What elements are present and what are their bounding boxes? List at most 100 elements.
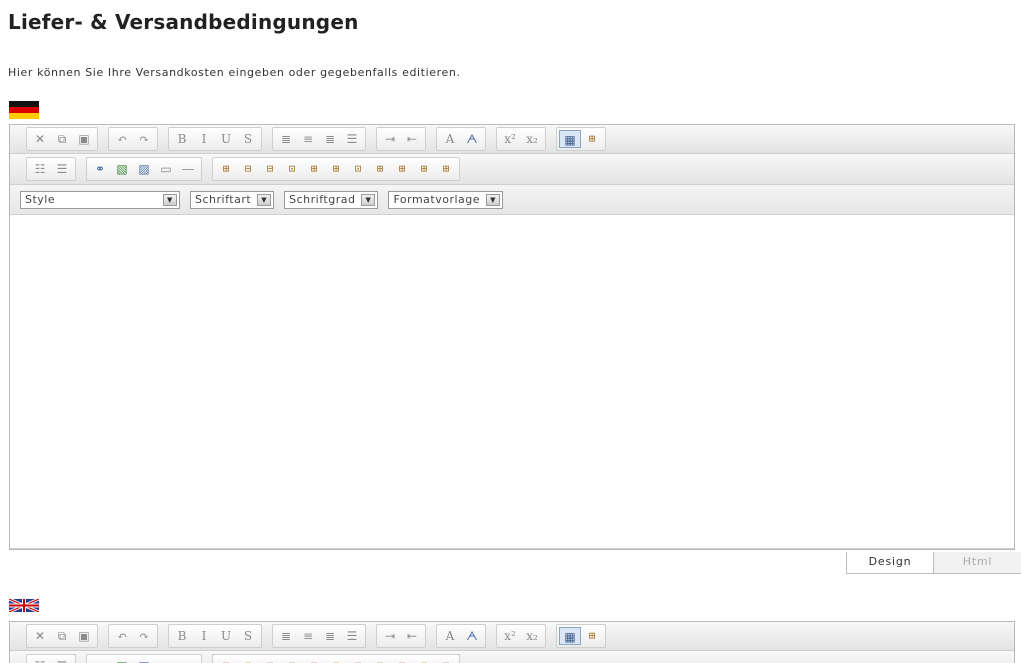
image-icon[interactable]: ▧	[111, 657, 133, 663]
indent-icon[interactable]: ⇥	[379, 627, 401, 645]
table-properties-icon[interactable]: ⊞	[435, 160, 457, 178]
editor-content-area[interactable]	[10, 215, 1014, 549]
undo-icon[interactable]: ↶	[111, 130, 133, 148]
redo-icon[interactable]: ↷	[133, 130, 155, 148]
superscript-icon[interactable]: x²	[499, 130, 521, 148]
image-manager-icon[interactable]: ▨	[133, 160, 155, 178]
design-mode-icon[interactable]: ▦	[559, 130, 581, 148]
outdent-icon[interactable]: ⇤	[401, 627, 423, 645]
toolbar-group: BIUS	[168, 127, 262, 151]
merge-cells-icon[interactable]: ⊞	[369, 657, 391, 663]
image-icon[interactable]: ▧	[111, 160, 133, 178]
link-icon[interactable]: ⚭	[89, 160, 111, 178]
redo-icon[interactable]: ↷	[133, 627, 155, 645]
bold-icon[interactable]: B	[171, 627, 193, 645]
font-color-icon[interactable]: A	[439, 130, 461, 148]
outdent-icon[interactable]: ⇤	[401, 130, 423, 148]
insert-table-icon[interactable]: ⊞	[215, 657, 237, 663]
chevron-down-icon: ▼	[486, 193, 501, 206]
copy-icon[interactable]: ⧉	[51, 627, 73, 645]
superscript-icon[interactable]: x²	[499, 627, 521, 645]
highlight-color-icon[interactable]: ᗅ	[461, 627, 483, 645]
html-mode-tab[interactable]: Html	[934, 552, 1021, 574]
split-cell-icon[interactable]: ⊞	[391, 160, 413, 178]
font-size-dropdown[interactable]: Schriftgrad ▼	[284, 190, 379, 209]
align-center-icon[interactable]: ≡	[297, 627, 319, 645]
design-mode-icon[interactable]: ▦	[559, 627, 581, 645]
align-center-icon[interactable]: ≡	[297, 130, 319, 148]
indent-icon[interactable]: ⇥	[379, 130, 401, 148]
strikethrough-icon[interactable]: S	[237, 627, 259, 645]
toolbar-group: ✕ ⧉ ▣	[26, 624, 98, 648]
align-left-icon[interactable]: ≣	[275, 130, 297, 148]
toolbar-row-1: ✕ ⧉ ▣ ↶ ↷ B I U S ≣ ≡ ≣ ☰ ⇥ ⇤ A ᗅ x² x₂ ▦ ⊞	[10, 125, 1014, 154]
underline-icon[interactable]: U	[215, 130, 237, 148]
subscript-icon[interactable]: x₂	[521, 627, 543, 645]
format-dropdown-label: Formatvorlage	[393, 193, 481, 206]
chevron-down-icon: ▼	[257, 193, 272, 206]
table-border-icon[interactable]: ⊞	[581, 130, 603, 148]
numbered-list-icon[interactable]: ☷	[29, 160, 51, 178]
insert-column-left-icon[interactable]: ⊞	[303, 160, 325, 178]
horizontal-rule-box-icon[interactable]: ▭	[155, 657, 177, 663]
bulleted-list-icon[interactable]: ☰	[51, 657, 73, 663]
delete-row-icon[interactable]: ⊡	[281, 160, 303, 178]
toolbar-group: x² x₂	[496, 624, 546, 648]
paste-icon[interactable]: ▣	[73, 130, 95, 148]
strikethrough-icon[interactable]: S	[237, 130, 259, 148]
toolbar-row-2: ☷☰⚭▧▨▭―⊞⊟⊟⊡⊞⊞⊡⊞⊞⊞⊞	[10, 651, 1014, 663]
italic-icon[interactable]: I	[193, 627, 215, 645]
cell-properties-icon[interactable]: ⊞	[413, 160, 435, 178]
underline-icon[interactable]: U	[215, 627, 237, 645]
insert-column-right-icon[interactable]: ⊞	[325, 160, 347, 178]
delete-row-icon[interactable]: ⊡	[281, 657, 303, 663]
format-dropdown[interactable]: Formatvorlage ▼	[388, 190, 504, 209]
toolbar-group: ✕ ⧉ ▣	[26, 127, 98, 151]
insert-row-below-icon[interactable]: ⊟	[259, 160, 281, 178]
align-right-icon[interactable]: ≣	[319, 130, 341, 148]
toolbar-group: ⚭▧▨▭―	[86, 157, 202, 181]
align-right-icon[interactable]: ≣	[319, 627, 341, 645]
bold-icon[interactable]: B	[171, 130, 193, 148]
italic-icon[interactable]: I	[193, 130, 215, 148]
paste-icon[interactable]: ▣	[73, 627, 95, 645]
link-icon[interactable]: ⚭	[89, 657, 111, 663]
horizontal-rule-icon[interactable]: ―	[177, 657, 199, 663]
rich-text-editor-en: ✕⧉▣↶↷BIUS≣≡≣☰⇥⇤Aᗅx²x₂▦⊞ ☷☰⚭▧▨▭―⊞⊟⊟⊡⊞⊞⊡⊞⊞…	[9, 621, 1015, 663]
insert-row-below-icon[interactable]: ⊟	[259, 657, 281, 663]
design-mode-tab[interactable]: Design	[846, 552, 934, 574]
delete-column-icon[interactable]: ⊡	[347, 657, 369, 663]
delete-column-icon[interactable]: ⊡	[347, 160, 369, 178]
toolbar-group: x² x₂	[496, 127, 546, 151]
font-dropdown[interactable]: Schriftart ▼	[190, 190, 275, 209]
cut-icon[interactable]: ✕	[29, 627, 51, 645]
image-manager-icon[interactable]: ▨	[133, 657, 155, 663]
bulleted-list-icon[interactable]: ☰	[51, 160, 73, 178]
subscript-icon[interactable]: x₂	[521, 130, 543, 148]
insert-column-left-icon[interactable]: ⊞	[303, 657, 325, 663]
font-color-icon[interactable]: A	[439, 627, 461, 645]
editor-mode-tabs: Design Html	[846, 552, 1021, 574]
insert-row-above-icon[interactable]: ⊟	[237, 657, 259, 663]
style-dropdown[interactable]: Style ▼	[20, 190, 180, 209]
horizontal-rule-icon[interactable]: ―	[177, 160, 199, 178]
insert-row-above-icon[interactable]: ⊟	[237, 160, 259, 178]
undo-icon[interactable]: ↶	[111, 627, 133, 645]
copy-icon[interactable]: ⧉	[51, 130, 73, 148]
split-cell-icon[interactable]: ⊞	[391, 657, 413, 663]
font-size-dropdown-label: Schriftgrad	[289, 193, 356, 206]
insert-column-right-icon[interactable]: ⊞	[325, 657, 347, 663]
numbered-list-icon[interactable]: ☷	[29, 657, 51, 663]
highlight-color-icon[interactable]: ᗅ	[461, 130, 483, 148]
table-properties-icon[interactable]: ⊞	[435, 657, 457, 663]
align-justify-icon[interactable]: ☰	[341, 627, 363, 645]
toolbar-group: ≣ ≡ ≣ ☰	[272, 127, 366, 151]
insert-table-icon[interactable]: ⊞	[215, 160, 237, 178]
table-border-icon[interactable]: ⊞	[581, 627, 603, 645]
cut-icon[interactable]: ✕	[29, 130, 51, 148]
merge-cells-icon[interactable]: ⊞	[369, 160, 391, 178]
align-justify-icon[interactable]: ☰	[341, 130, 363, 148]
horizontal-rule-box-icon[interactable]: ▭	[155, 160, 177, 178]
align-left-icon[interactable]: ≣	[275, 627, 297, 645]
cell-properties-icon[interactable]: ⊞	[413, 657, 435, 663]
